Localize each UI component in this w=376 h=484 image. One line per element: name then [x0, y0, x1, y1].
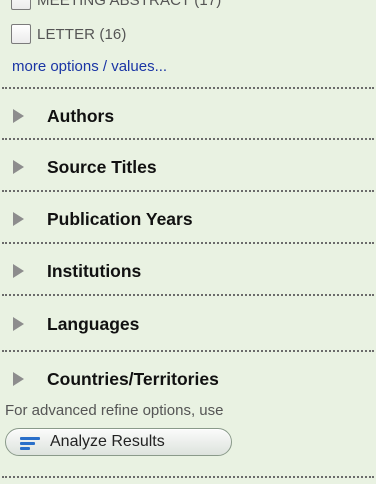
- facet-publication-years[interactable]: Publication Years: [0, 204, 376, 234]
- facet-label: Source Titles: [47, 156, 157, 177]
- checkbox[interactable]: [11, 24, 31, 44]
- document-type-option-letter[interactable]: LETTER (16): [11, 23, 126, 45]
- analyze-results-button[interactable]: Analyze Results: [5, 428, 232, 456]
- divider: [2, 294, 374, 296]
- more-options-link[interactable]: more options / values...: [12, 58, 167, 75]
- document-type-label: MEETING ABSTRACT (17): [37, 0, 222, 9]
- triangle-right-icon: [13, 264, 24, 278]
- facet-label: Publication Years: [47, 208, 193, 229]
- facet-authors[interactable]: Authors: [0, 101, 376, 131]
- triangle-right-icon: [13, 109, 24, 123]
- checkbox[interactable]: [11, 0, 31, 10]
- refine-panel: MEETING ABSTRACT (17) LETTER (16) more o…: [0, 0, 376, 484]
- document-type-label: LETTER (16): [37, 25, 127, 43]
- triangle-right-icon: [13, 372, 24, 386]
- document-type-option-meeting-abstract[interactable]: MEETING ABSTRACT (17): [11, 0, 221, 11]
- divider: [2, 190, 374, 192]
- facet-institutions[interactable]: Institutions: [0, 256, 376, 286]
- facet-languages[interactable]: Languages: [0, 309, 376, 339]
- divider: [2, 350, 374, 352]
- triangle-right-icon: [13, 160, 24, 174]
- triangle-right-icon: [13, 317, 24, 331]
- facet-countries-territories[interactable]: Countries/Territories: [0, 364, 376, 394]
- advanced-refine-text: For advanced refine options, use: [5, 402, 224, 419]
- divider: [2, 476, 374, 478]
- facet-source-titles[interactable]: Source Titles: [0, 152, 376, 182]
- facet-label: Institutions: [47, 260, 142, 281]
- divider: [2, 138, 374, 140]
- divider: [2, 87, 374, 89]
- facet-label: Languages: [47, 313, 140, 334]
- analyze-results-label: Analyze Results: [50, 433, 165, 450]
- triangle-right-icon: [13, 212, 24, 226]
- facet-label: Authors: [47, 105, 115, 126]
- divider: [2, 242, 374, 244]
- facet-label: Countries/Territories: [47, 368, 219, 389]
- list-lines-icon: [20, 437, 40, 450]
